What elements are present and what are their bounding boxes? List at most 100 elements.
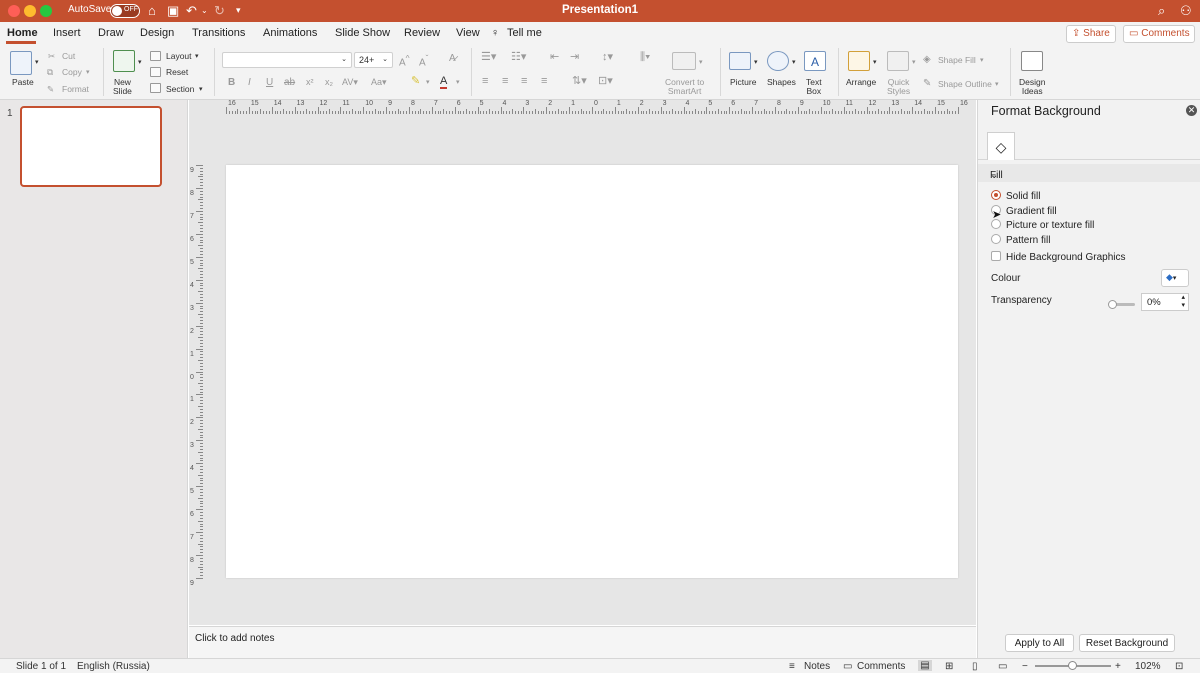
quick-styles-dropdown-icon[interactable]: ▾ [912, 58, 916, 67]
text-box-button[interactable]: Text Box [806, 78, 822, 96]
character-spacing-icon[interactable]: AV▾ [342, 78, 358, 87]
fill-paint-bucket-icon[interactable]: ◇ [987, 132, 1015, 160]
reading-view-icon[interactable]: ▯ [972, 661, 978, 672]
search-icon[interactable]: ⌕ [1158, 3, 1165, 19]
close-icon[interactable]: ✕ [1186, 105, 1197, 116]
tab-insert[interactable]: Insert [53, 27, 81, 39]
comments-toggle[interactable]: Comments [857, 661, 905, 672]
cut-button[interactable]: Cut [62, 52, 75, 61]
arrange-dropdown-icon[interactable]: ▾ [873, 58, 877, 67]
font-name-combo[interactable]: ⌄ [222, 52, 352, 68]
line-spacing-icon[interactable]: ↕▾ [602, 52, 613, 63]
text-box-icon[interactable]: A [804, 51, 826, 71]
font-color-dropdown-icon[interactable]: ▾ [456, 78, 460, 87]
picture-button[interactable]: Picture [730, 78, 756, 87]
shape-outline-icon[interactable]: ✎ [923, 79, 931, 89]
reset-background-button[interactable]: Reset Background [1079, 634, 1175, 652]
underline-icon[interactable]: U [266, 78, 273, 88]
tab-design[interactable]: Design [140, 27, 174, 39]
fit-to-window-icon[interactable]: ⊡ [1175, 661, 1183, 672]
reset-button[interactable]: Reset [166, 68, 188, 77]
customize-toolbar-icon[interactable]: ▾ [236, 3, 241, 18]
copy-button[interactable]: Copy [62, 68, 82, 77]
highlight-dropdown-icon[interactable]: ▾ [426, 78, 430, 87]
shape-fill-button[interactable]: Shape Fill [938, 56, 976, 65]
radio-button[interactable] [991, 190, 1001, 200]
decrease-indent-icon[interactable]: ⇤ [550, 52, 559, 63]
paste-dropdown-icon[interactable]: ▾ [35, 58, 39, 67]
new-slide-icon[interactable] [113, 50, 135, 72]
close-window-button[interactable] [8, 5, 20, 17]
subscript-icon[interactable]: x₂ [325, 78, 333, 87]
align-text-icon[interactable]: ⊡▾ [598, 76, 613, 87]
transparency-slider-knob[interactable] [1108, 300, 1117, 309]
shapes-dropdown-icon[interactable]: ▾ [792, 58, 796, 67]
section-button[interactable]: Section [166, 85, 194, 94]
superscript-icon[interactable]: x² [306, 78, 314, 87]
columns-icon[interactable]: ⫼▾ [640, 52, 650, 63]
quick-styles-button[interactable]: Quick Styles [887, 78, 910, 96]
copy-icon[interactable]: ⧉ [47, 68, 53, 77]
align-right-icon[interactable]: ≡ [521, 76, 527, 87]
align-center-icon[interactable]: ≡ [502, 76, 508, 87]
language-indicator[interactable]: English (Russia) [77, 661, 150, 672]
font-name-dropdown-icon[interactable]: ⌄ [341, 55, 347, 63]
paste-button[interactable]: Paste [12, 78, 34, 87]
zoom-window-button[interactable] [40, 5, 52, 17]
arrange-button[interactable]: Arrange [846, 78, 876, 87]
italic-icon[interactable]: I [248, 78, 251, 88]
increase-font-size-icon[interactable]: A^ [399, 54, 410, 68]
picture-icon[interactable] [729, 52, 751, 70]
undo-icon[interactable]: ↶ [186, 3, 197, 18]
section-dropdown-icon[interactable]: ▾ [199, 85, 203, 94]
shapes-button[interactable]: Shapes [767, 78, 796, 87]
tab-review[interactable]: Review [404, 27, 440, 39]
zoom-level[interactable]: 102% [1135, 661, 1161, 672]
shape-fill-icon[interactable]: ◈ [923, 55, 931, 65]
strikethrough-icon[interactable]: ab [284, 78, 295, 88]
solid-fill-option[interactable]: Solid fill [991, 190, 1040, 202]
comments-button[interactable]: ▭ Comments [1123, 25, 1195, 43]
justify-icon[interactable]: ≡ [541, 76, 547, 87]
notes-toggle[interactable]: Notes [804, 661, 830, 672]
tab-tell-me[interactable]: Tell me [507, 27, 542, 39]
autosave-toggle[interactable]: OFF [110, 4, 140, 18]
align-left-icon[interactable]: ≡ [482, 76, 488, 87]
tab-draw[interactable]: Draw [98, 27, 124, 39]
slide-show-icon[interactable]: ▭ [998, 661, 1007, 672]
fill-section-header[interactable]: ⌄ Fill [978, 164, 1200, 182]
new-slide-button[interactable]: New Slide [113, 78, 132, 96]
arrange-icon[interactable] [848, 51, 870, 71]
colour-picker-button[interactable]: ◆▾ [1161, 269, 1189, 287]
checkbox[interactable] [991, 251, 1001, 261]
shape-outline-button[interactable]: Shape Outline [938, 80, 992, 89]
layout-dropdown-icon[interactable]: ▾ [195, 52, 199, 61]
paste-icon[interactable] [10, 51, 32, 75]
zoom-slider-knob[interactable] [1068, 661, 1077, 670]
convert-smartart-button[interactable]: Convert to SmartArt [665, 78, 704, 96]
slide-canvas[interactable] [226, 165, 958, 578]
increase-indent-icon[interactable]: ⇥ [570, 52, 579, 63]
font-size-dropdown-icon[interactable]: ⌄ [382, 55, 388, 63]
redo-icon[interactable]: ↻ [214, 3, 225, 18]
bullets-icon[interactable]: ☰▾ [481, 52, 496, 63]
tab-animations[interactable]: Animations [263, 27, 317, 39]
slide-sorter-icon[interactable]: ⊞ [945, 661, 953, 672]
format-painter-button[interactable]: Format [62, 85, 89, 94]
minimize-window-button[interactable] [24, 5, 36, 17]
tab-home[interactable]: Home [7, 27, 38, 39]
apply-to-all-button[interactable]: Apply to All [1005, 634, 1074, 652]
share-button[interactable]: ⇪ Share [1066, 25, 1116, 43]
numbering-icon[interactable]: ☷▾ [511, 52, 526, 63]
shapes-icon[interactable] [767, 51, 789, 71]
home-icon[interactable]: ⌂ [148, 3, 156, 18]
highlight-color-icon[interactable]: ✎ [411, 76, 420, 87]
clear-formatting-icon[interactable]: A̷ [449, 54, 456, 64]
text-direction-icon[interactable]: ⇅▾ [572, 76, 587, 87]
zoom-in-icon[interactable]: + [1115, 661, 1121, 672]
font-size-combo[interactable]: 24+ ⌄ [354, 52, 393, 68]
zoom-out-icon[interactable]: − [1022, 661, 1028, 672]
pattern-fill-option[interactable]: Pattern fill [991, 234, 1050, 246]
copy-dropdown-icon[interactable]: ▾ [86, 68, 90, 77]
design-ideas-icon[interactable] [1021, 51, 1043, 71]
